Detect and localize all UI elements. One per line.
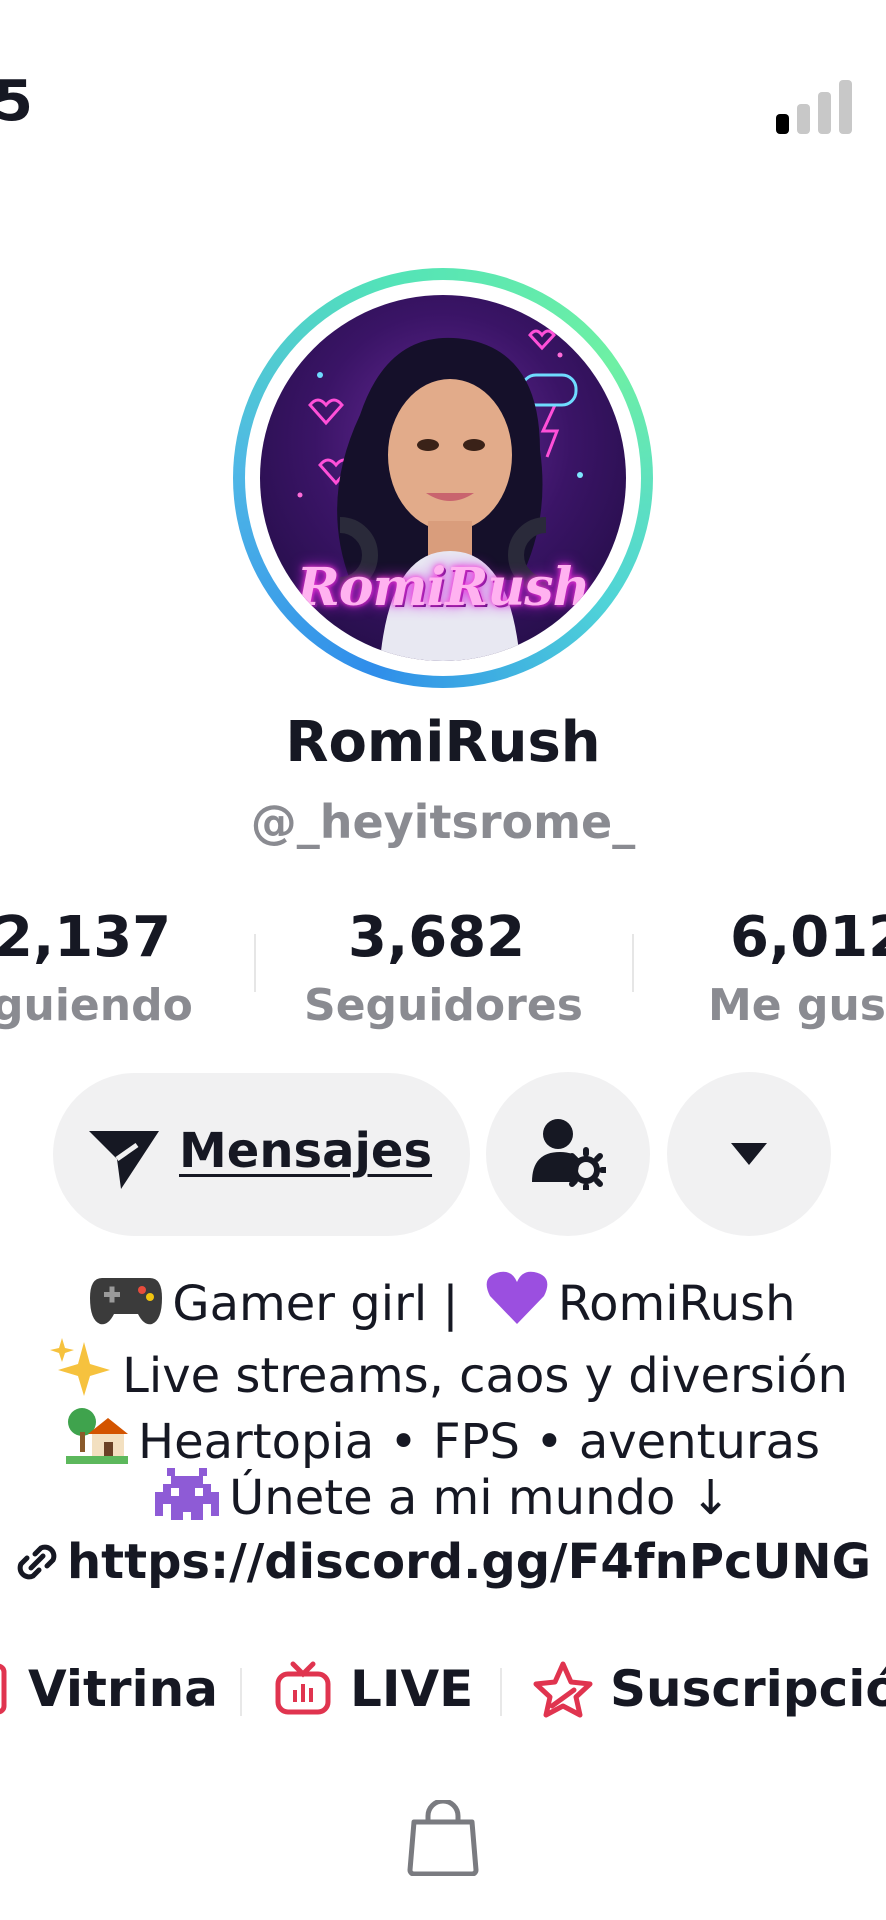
house-with-garden-icon	[65, 1408, 128, 1464]
feature-subscription[interactable]: Suscripció	[610, 1660, 886, 1718]
status-time: 5	[0, 69, 33, 134]
likes-count[interactable]: 6,012	[730, 905, 886, 970]
avatar-logo-text: RomiRush	[296, 557, 591, 618]
signal-strength-icon	[776, 80, 856, 134]
bio-text-gamer: Gamer girl |	[172, 1276, 459, 1332]
stats-divider	[632, 934, 634, 992]
display-name: RomiRush	[285, 710, 601, 775]
username: @_heyitsrome_	[250, 795, 636, 849]
avatar[interactable]: RomiRush	[260, 295, 626, 661]
purple-heart-icon	[486, 1271, 548, 1324]
shopping-bag-icon[interactable]	[406, 1800, 480, 1876]
bio-line-4: Únete a mi mundo ↓	[0, 1468, 886, 1526]
feature-showcase[interactable]: Vitrina	[28, 1660, 218, 1718]
following-count[interactable]: 2,137	[0, 905, 171, 970]
bio-text-streams: Live streams, caos y diversión	[122, 1348, 848, 1404]
bio-line-2: Live streams, caos y diversión	[6, 1336, 886, 1404]
more-options-button[interactable]	[667, 1072, 831, 1236]
followers-label[interactable]: Seguidores	[304, 980, 583, 1031]
stats-divider	[254, 934, 256, 992]
showcase-icon	[0, 1663, 7, 1715]
caret-down-icon	[731, 1143, 767, 1165]
bio-text-join: Únete a mi mundo ↓	[229, 1470, 731, 1526]
subscription-star-icon	[533, 1661, 593, 1718]
friend-settings-button[interactable]	[486, 1072, 650, 1236]
bio-link-text[interactable]: https://discord.gg/F4fnPcUNG	[67, 1534, 871, 1590]
live-tv-icon	[275, 1661, 331, 1715]
user-settings-icon	[532, 1119, 606, 1190]
feature-live[interactable]: LIVE	[350, 1660, 473, 1718]
bio-line-1: Gamer girl | RomiRush	[0, 1270, 886, 1332]
bio-text-brand: RomiRush	[557, 1276, 796, 1332]
bio-text-games: Heartopia • FPS • aventuras	[137, 1414, 821, 1470]
bio-link[interactable]: https://discord.gg/F4fnPcUNG	[0, 1534, 886, 1590]
messages-label: Mensajes	[179, 1123, 433, 1179]
following-label[interactable]: guiendo	[0, 980, 193, 1031]
game-controller-icon	[90, 1278, 163, 1325]
sparkles-icon	[50, 1338, 111, 1396]
messages-button[interactable]: Mensajes	[53, 1073, 470, 1236]
link-icon	[17, 1544, 57, 1580]
bio-line-3: Heartopia • FPS • aventuras	[0, 1402, 886, 1470]
send-icon	[89, 1131, 159, 1189]
alien-monster-icon	[155, 1468, 220, 1520]
likes-label[interactable]: Me gus	[708, 980, 886, 1031]
followers-count[interactable]: 3,682	[348, 905, 525, 970]
